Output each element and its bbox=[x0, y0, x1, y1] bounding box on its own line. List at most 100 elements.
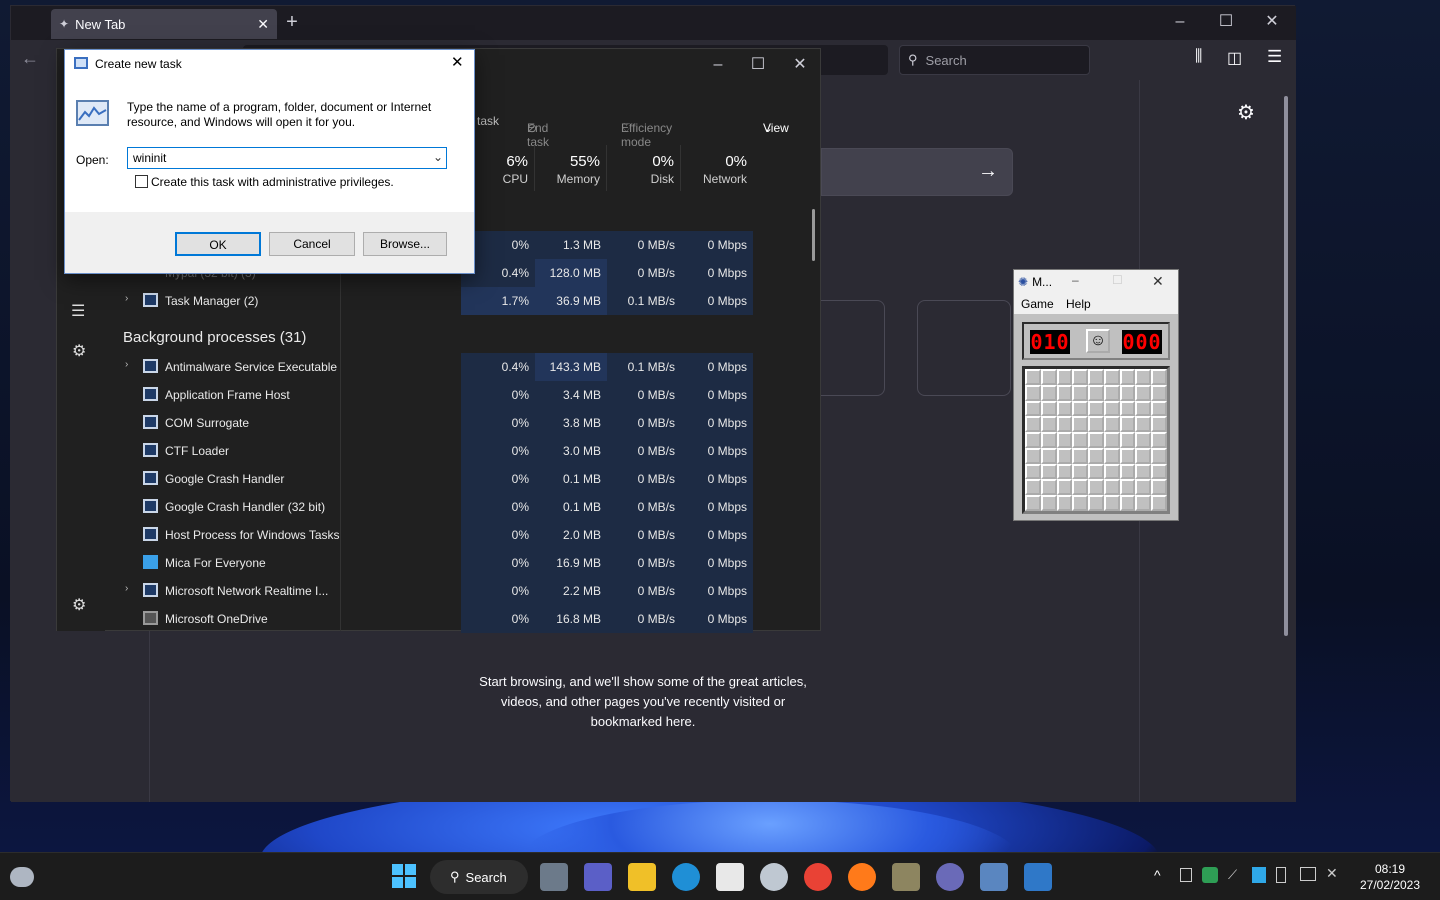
maximize-button[interactable]: ☐ bbox=[1203, 6, 1249, 38]
admin-privileges-checkbox[interactable] bbox=[135, 175, 148, 188]
mine-cell[interactable] bbox=[1088, 384, 1104, 401]
sidebar-icon[interactable]: ◫ bbox=[1227, 48, 1242, 68]
mine-cell[interactable] bbox=[1119, 416, 1136, 433]
mine-cell[interactable] bbox=[1103, 432, 1120, 448]
mine-cell[interactable] bbox=[1072, 369, 1089, 385]
mine-cell[interactable] bbox=[1103, 416, 1120, 433]
mine-cell[interactable] bbox=[1135, 416, 1152, 433]
arrow-right-icon[interactable]: → bbox=[978, 160, 998, 183]
mine-cell[interactable] bbox=[1103, 463, 1120, 480]
close-button[interactable]: ✕ bbox=[1152, 273, 1164, 290]
table-row[interactable]: CTF Loader 0% 3.0 MB 0 MB/s 0 Mbps bbox=[105, 437, 822, 465]
mine-cell[interactable] bbox=[1056, 369, 1073, 385]
maximize-button[interactable]: ☐ bbox=[1112, 273, 1123, 287]
mypal-icon[interactable] bbox=[892, 863, 920, 891]
weather-icon[interactable] bbox=[10, 867, 34, 887]
store-icon[interactable] bbox=[716, 863, 744, 891]
open-input[interactable] bbox=[127, 147, 447, 169]
mine-cell[interactable] bbox=[1151, 479, 1167, 496]
mine-cell[interactable] bbox=[1072, 384, 1089, 401]
mine-cell[interactable] bbox=[1040, 432, 1057, 448]
tray-app-icon[interactable] bbox=[1252, 867, 1266, 883]
tab-new-tab[interactable]: ✦ New Tab ✕ bbox=[51, 9, 277, 39]
mine-cell[interactable] bbox=[1025, 400, 1041, 417]
mine-cell[interactable] bbox=[1088, 479, 1104, 496]
minimize-button[interactable]: – bbox=[1072, 273, 1079, 287]
mine-cell[interactable] bbox=[1103, 369, 1120, 385]
mine-cell[interactable] bbox=[1088, 447, 1104, 464]
app-icon[interactable] bbox=[760, 863, 788, 891]
task-view-icon[interactable] bbox=[540, 863, 568, 891]
table-row[interactable]: Google Crash Handler (32 bit) 0% 0.1 MB 0 M… bbox=[105, 493, 822, 521]
mine-cell[interactable] bbox=[1025, 384, 1041, 401]
mine-cell[interactable] bbox=[1135, 479, 1152, 496]
maximize-button[interactable]: ☐ bbox=[735, 49, 781, 81]
taskbar-search[interactable]: ⚲ Search bbox=[430, 860, 528, 894]
smiley-face-button[interactable]: ☺ bbox=[1086, 329, 1110, 353]
newtab-search-box[interactable]: → bbox=[821, 148, 1013, 196]
mine-cell[interactable] bbox=[1056, 463, 1073, 480]
mine-cell[interactable] bbox=[1072, 447, 1089, 464]
details-list-icon[interactable]: ☰ bbox=[71, 301, 85, 321]
minimize-button[interactable]: – bbox=[1157, 6, 1203, 38]
mine-cell[interactable] bbox=[1088, 416, 1104, 433]
menu-help[interactable]: Help bbox=[1066, 297, 1091, 311]
table-row[interactable]: COM Surrogate 0% 3.8 MB 0 MB/s 0 Mbps bbox=[105, 409, 822, 437]
run-new-task-button[interactable]: task bbox=[477, 114, 499, 128]
mine-cell[interactable] bbox=[1151, 416, 1167, 433]
mine-cell[interactable] bbox=[1072, 400, 1089, 417]
firefox-icon[interactable] bbox=[848, 863, 876, 891]
close-button[interactable]: ✕ bbox=[1249, 6, 1295, 38]
file-explorer-icon[interactable] bbox=[628, 863, 656, 891]
mine-cell[interactable] bbox=[1135, 463, 1152, 480]
col-network[interactable]: 0% Network bbox=[680, 145, 753, 191]
ok-button[interactable]: OK bbox=[175, 232, 261, 256]
mine-cell[interactable] bbox=[1151, 495, 1167, 511]
mine-cell[interactable] bbox=[1056, 479, 1073, 496]
table-row[interactable]: Application Frame Host 0% 3.4 MB 0 MB/s 0 Mb… bbox=[105, 381, 822, 409]
col-disk[interactable]: 0% Disk bbox=[606, 145, 680, 191]
windows-start-icon[interactable] bbox=[391, 863, 419, 891]
mine-cell[interactable] bbox=[1056, 384, 1073, 401]
close-icon[interactable]: ✕ bbox=[451, 53, 464, 71]
mine-cell[interactable] bbox=[1025, 447, 1041, 464]
table-row[interactable]: › Microsoft Network Realtime I... 0% 2.2 MB… bbox=[105, 577, 822, 605]
cancel-button[interactable]: Cancel bbox=[269, 232, 355, 256]
expand-chevron-icon[interactable]: › bbox=[125, 293, 128, 304]
mine-cell[interactable] bbox=[1088, 400, 1104, 417]
mine-cell[interactable] bbox=[1119, 463, 1136, 480]
mine-cell[interactable] bbox=[1119, 384, 1136, 401]
mine-cell[interactable] bbox=[1025, 463, 1041, 480]
table-row[interactable]: Mica For Everyone 0% 16.9 MB 0 MB/s 0 Mbps bbox=[105, 549, 822, 577]
mine-cell[interactable] bbox=[1040, 400, 1057, 417]
menu-icon[interactable]: ☰ bbox=[1267, 47, 1282, 67]
volume-muted-icon[interactable]: ✕ bbox=[1326, 865, 1338, 882]
mine-cell[interactable] bbox=[1040, 384, 1057, 401]
edge-icon[interactable] bbox=[672, 863, 700, 891]
mine-cell[interactable] bbox=[1119, 369, 1136, 385]
mine-cell[interactable] bbox=[1088, 369, 1104, 385]
close-button[interactable]: ✕ bbox=[777, 49, 823, 81]
clock[interactable]: 08:19 27/02/2023 bbox=[1350, 861, 1430, 893]
mine-cell[interactable] bbox=[1103, 447, 1120, 464]
mine-cell[interactable] bbox=[1135, 495, 1152, 511]
new-tab-button[interactable]: + bbox=[269, 6, 315, 38]
mine-cell[interactable] bbox=[1072, 479, 1089, 496]
mine-cell[interactable] bbox=[1119, 447, 1136, 464]
scrollbar[interactable] bbox=[1284, 96, 1288, 636]
mine-cell[interactable] bbox=[1103, 400, 1120, 417]
mine-cell[interactable] bbox=[1119, 495, 1136, 511]
mine-cell[interactable] bbox=[1056, 400, 1073, 417]
mine-cell[interactable] bbox=[1135, 369, 1152, 385]
mine-cell[interactable] bbox=[1151, 447, 1167, 464]
chevron-down-icon[interactable]: ⌄ bbox=[433, 150, 443, 164]
mine-cell[interactable] bbox=[1056, 447, 1073, 464]
table-row[interactable]: › Task Manager (2) 1.7% 36.9 MB 0.1 MB/s… bbox=[105, 287, 822, 315]
mine-cell[interactable] bbox=[1151, 400, 1167, 417]
mine-cell[interactable] bbox=[1119, 400, 1136, 417]
security-shield-icon[interactable] bbox=[1202, 867, 1218, 883]
col-memory[interactable]: 55% Memory bbox=[534, 145, 606, 191]
mine-cell[interactable] bbox=[1025, 369, 1041, 385]
mine-cell[interactable] bbox=[1103, 495, 1120, 511]
mine-cell[interactable] bbox=[1119, 432, 1136, 448]
